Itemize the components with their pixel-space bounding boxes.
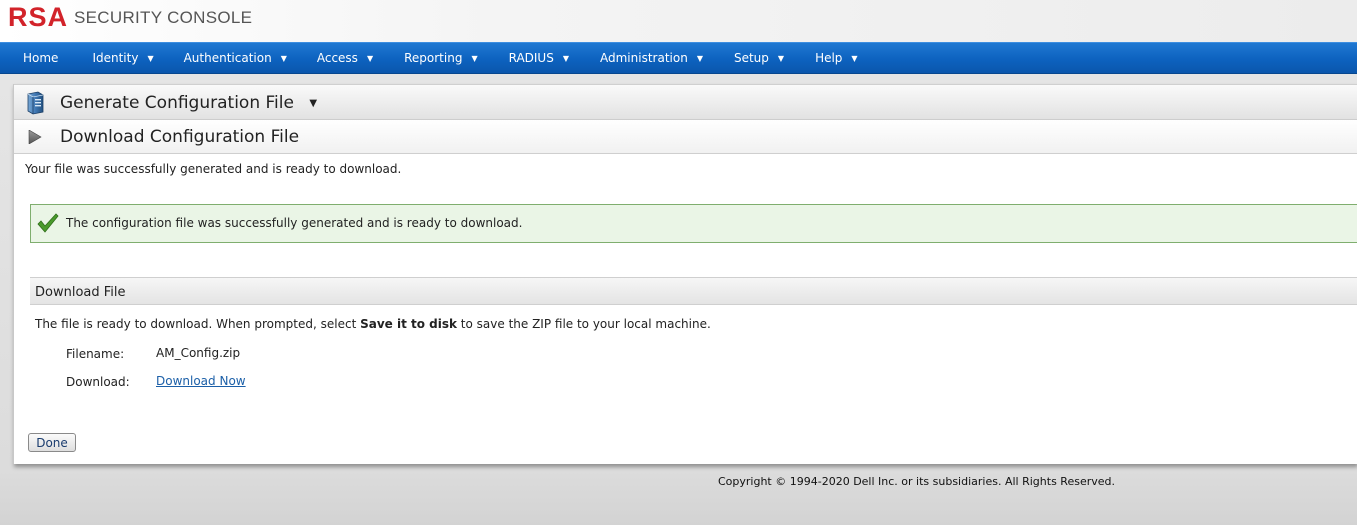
content-panel: Generate Configuration File ▼ Download C… xyxy=(13,84,1357,464)
intro-text: Your file was successfully generated and… xyxy=(25,162,402,176)
filename-label: Filename: xyxy=(66,347,125,361)
nav-item-label: Setup xyxy=(733,51,769,65)
download-now-link[interactable]: Download Now xyxy=(156,374,246,388)
play-arrow-icon xyxy=(28,130,42,144)
logo-mark: RSA xyxy=(8,2,69,32)
page-subtitle-bar: Download Configuration File xyxy=(14,120,1357,154)
server-icon xyxy=(27,91,44,115)
caret-down-icon: ▼ xyxy=(777,53,785,63)
rsa-logo: RSA SECURITY CONSOLE xyxy=(8,2,253,32)
caret-down-icon: ▼ xyxy=(366,53,374,63)
nav-item-label: RADIUS xyxy=(508,51,554,65)
main-nav: Home Identity ▼ Authentication ▼ Access … xyxy=(0,42,1357,74)
nav-item-label: Home xyxy=(23,51,59,65)
nav-item-label: Help xyxy=(815,51,843,65)
logo-text: SECURITY CONSOLE xyxy=(74,8,253,27)
page-title-bar: Generate Configuration File ▼ xyxy=(14,84,1357,120)
nav-item-help[interactable]: Help ▼ xyxy=(815,43,858,73)
page-subtitle: Download Configuration File xyxy=(60,127,300,147)
caret-down-icon: ▼ xyxy=(851,53,858,63)
nav-item-authentication[interactable]: Authentication ▼ xyxy=(184,43,287,73)
nav-item-radius[interactable]: RADIUS ▼ xyxy=(509,43,569,73)
nav-item-identity[interactable]: Identity ▼ xyxy=(92,43,153,73)
nav-item-label: Authentication xyxy=(183,51,272,65)
caret-down-icon: ▼ xyxy=(147,53,154,63)
instructions-text-end: to save the ZIP file to your local machi… xyxy=(456,317,711,331)
instructions-text: The file is ready to download. When prom… xyxy=(35,317,361,331)
page-title[interactable]: Generate Configuration File ▼ xyxy=(60,93,317,113)
caret-down-icon: ▼ xyxy=(562,53,569,63)
done-button[interactable]: Done xyxy=(28,433,76,452)
success-message-text: The configuration file was successfully … xyxy=(66,216,523,230)
filename-value: AM_Config.zip xyxy=(156,346,241,360)
instructions-emphasis: Save it to disk xyxy=(360,317,457,331)
section-title: Download File xyxy=(35,285,126,300)
checkmark-icon xyxy=(37,213,59,233)
app-header: RSA SECURITY CONSOLE xyxy=(0,0,1357,42)
caret-down-icon: ▼ xyxy=(696,53,703,63)
caret-down-icon: ▼ xyxy=(280,53,287,63)
caret-down-icon: ▼ xyxy=(471,53,478,63)
nav-item-access[interactable]: Access ▼ xyxy=(317,43,373,73)
success-message: The configuration file was successfully … xyxy=(30,204,1357,243)
nav-item-reporting[interactable]: Reporting ▼ xyxy=(404,43,478,73)
download-instructions: The file is ready to download. When prom… xyxy=(35,317,711,331)
footer-copyright: Copyright © 1994-2020 Dell Inc. or its s… xyxy=(718,475,1115,488)
section-header-download-file: Download File xyxy=(30,277,1357,305)
nav-item-administration[interactable]: Administration ▼ xyxy=(600,43,703,73)
nav-item-label: Identity xyxy=(92,51,139,65)
nav-item-label: Reporting xyxy=(404,51,463,65)
nav-item-home[interactable]: Home xyxy=(23,43,58,73)
caret-down-icon: ▼ xyxy=(309,98,318,109)
nav-item-setup[interactable]: Setup ▼ xyxy=(734,43,784,73)
nav-item-label: Access xyxy=(316,51,358,65)
download-label: Download: xyxy=(66,375,130,389)
page-title-label: Generate Configuration File xyxy=(60,93,294,113)
nav-item-label: Administration xyxy=(600,51,688,65)
